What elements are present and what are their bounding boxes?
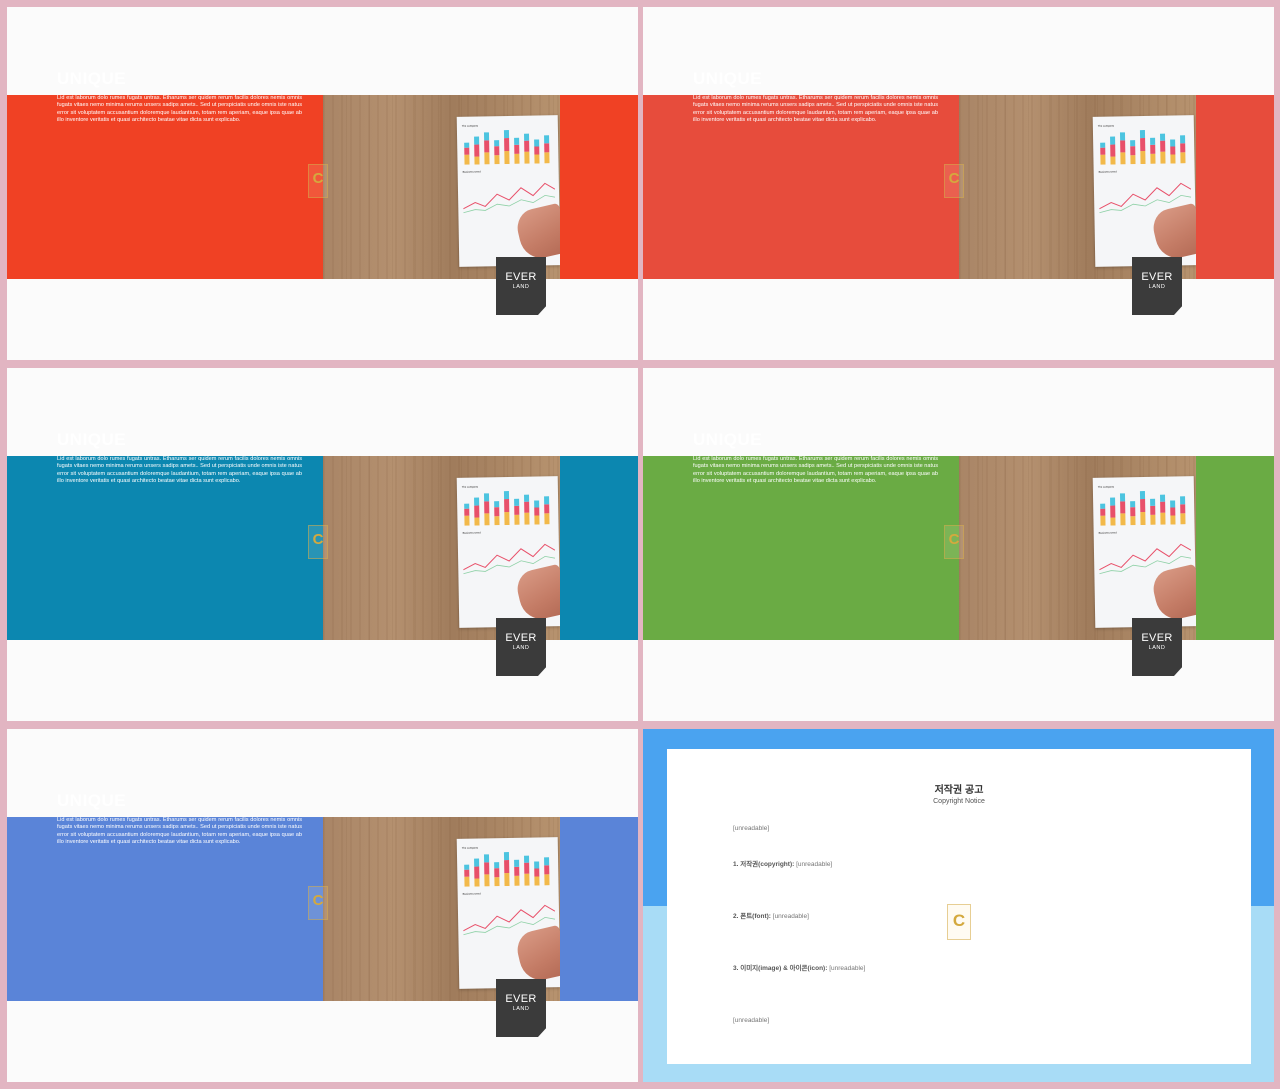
copyright-intro: [unreadable] — [733, 825, 770, 832]
logo-land: LAND — [1148, 284, 1166, 290]
copyright-item-3: 3. 이미지(image) & 아이콘(icon): [unreadable] — [733, 963, 1185, 975]
paper-title: The company — [1097, 124, 1115, 128]
item-1-text: [unreadable] — [796, 861, 833, 868]
slide-4[interactable]: The company Business trend UNIQUE Lid es… — [643, 368, 1274, 721]
paper-title: The company — [461, 485, 479, 489]
copyright-subtitle: Copyright Notice — [933, 798, 985, 805]
report-paper: The company Business trend — [456, 837, 560, 989]
slide-body: Lid est laborum dolo rumes fugats untras… — [57, 456, 302, 484]
paper-subtitle: Business trend — [1098, 170, 1117, 174]
logo-ever: EVER — [505, 632, 537, 644]
slide-title: UNIQUE — [57, 430, 127, 449]
bar-chart-graphic — [464, 129, 550, 165]
desk-photo: The company Business trend — [323, 817, 560, 1001]
slide-3[interactable]: The company Business trend UNIQUE Lid es… — [7, 368, 638, 721]
logo-land: LAND — [512, 1006, 530, 1012]
item-2-label: 2. 폰트(font): — [733, 913, 771, 920]
item-2-text: [unreadable] — [772, 913, 809, 920]
logo-land: LAND — [1148, 645, 1166, 651]
slide-body: Lid est laborum dolo rumes fugats untras… — [693, 456, 938, 484]
report-paper: The company Business trend — [456, 115, 560, 267]
item-3-text: [unreadable] — [829, 965, 866, 972]
slide-5[interactable]: The company Business trend UNIQUE Lid es… — [7, 729, 638, 1082]
slide-title: UNIQUE — [693, 69, 763, 88]
watermark-logo: C — [308, 886, 328, 920]
watermark-logo: C — [308, 164, 328, 198]
copyright-title: 저작권 공고 — [934, 785, 984, 796]
copyright-item-1: 1. 저작권(copyright): [unreadable] — [733, 859, 1185, 871]
slide-title: UNIQUE — [57, 69, 127, 88]
logo-ever: EVER — [505, 271, 537, 283]
logo-ever: EVER — [1141, 271, 1173, 283]
bar-chart-graphic — [464, 851, 550, 887]
slide-body: Lid est laborum dolo rumes fugats untras… — [693, 95, 938, 123]
band-right — [560, 817, 638, 1001]
desk-photo: The company Business trend — [959, 95, 1196, 279]
everland-logo: EVER LAND — [496, 618, 546, 676]
band-right — [560, 456, 638, 640]
watermark-logo: C — [944, 525, 964, 559]
logo-ever: EVER — [505, 993, 537, 1005]
paper-subtitle: Business trend — [462, 892, 481, 896]
paper-subtitle: Business trend — [462, 531, 481, 535]
everland-logo: EVER LAND — [1132, 618, 1182, 676]
logo-land: LAND — [512, 284, 530, 290]
paper-subtitle: Business trend — [462, 170, 481, 174]
desk-photo: The company Business trend — [323, 95, 560, 279]
desk-photo: The company Business trend — [323, 456, 560, 640]
everland-logo: EVER LAND — [496, 257, 546, 315]
paper-subtitle: Business trend — [1098, 531, 1117, 535]
slide-body: Lid est laborum dolo rumes fugats untras… — [57, 817, 302, 845]
paper-title: The company — [461, 846, 479, 850]
item-1-label: 1. 저작권(copyright): — [733, 861, 795, 868]
slide-copyright[interactable]: 저작권 공고 Copyright Notice [unreadable] 1. … — [643, 729, 1274, 1082]
band-right — [560, 95, 638, 279]
desk-photo: The company Business trend — [959, 456, 1196, 640]
slide-body: Lid est laborum dolo rumes fugats untras… — [57, 95, 302, 123]
slide-title: UNIQUE — [57, 791, 127, 810]
copyright-card: 저작권 공고 Copyright Notice [unreadable] 1. … — [667, 749, 1251, 1064]
logo-land: LAND — [512, 645, 530, 651]
watermark-logo: C — [944, 164, 964, 198]
everland-logo: EVER LAND — [496, 979, 546, 1037]
bar-chart-graphic — [1100, 129, 1186, 165]
band-right — [1196, 95, 1274, 279]
slide-1[interactable]: The company Business trend UNIQUE Lid es… — [7, 7, 638, 360]
slide-2[interactable]: The company Business trend UNIQUE Lid es… — [643, 7, 1274, 360]
paper-title: The company — [1097, 485, 1115, 489]
logo-ever: EVER — [1141, 632, 1173, 644]
item-3-label: 3. 이미지(image) & 아이콘(icon): — [733, 965, 828, 972]
copyright-footer: [unreadable] — [733, 1017, 770, 1024]
bar-chart-graphic — [1100, 490, 1186, 526]
slide-title: UNIQUE — [693, 430, 763, 449]
report-paper: The company Business trend — [456, 476, 560, 628]
watermark-logo: C — [308, 525, 328, 559]
band-right — [1196, 456, 1274, 640]
paper-title: The company — [461, 124, 479, 128]
everland-logo: EVER LAND — [1132, 257, 1182, 315]
bar-chart-graphic — [464, 490, 550, 526]
report-paper: The company Business trend — [1092, 476, 1196, 628]
report-paper: The company Business trend — [1092, 115, 1196, 267]
watermark-logo: C — [947, 904, 971, 940]
